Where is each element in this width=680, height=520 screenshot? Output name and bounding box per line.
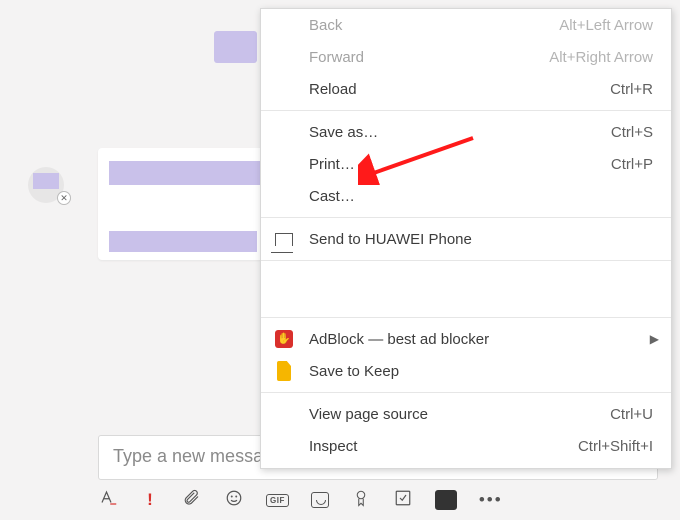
menu-back: Back Alt+Left Arrow xyxy=(261,9,671,41)
menu-separator xyxy=(261,392,671,393)
menu-shortcut: Ctrl+S xyxy=(611,124,653,141)
menu-save-to-keep[interactable]: Save to Keep xyxy=(261,355,671,387)
praise-icon[interactable] xyxy=(351,488,371,513)
menu-label: Forward xyxy=(309,49,364,66)
menu-cast[interactable]: Cast… xyxy=(261,180,671,212)
priority-icon[interactable]: ! xyxy=(140,490,160,510)
menu-gap xyxy=(261,266,671,312)
todoist-icon[interactable] xyxy=(435,490,457,510)
menu-shortcut: Ctrl+P xyxy=(611,156,653,173)
menu-inspect[interactable]: Inspect Ctrl+Shift+I xyxy=(261,430,671,462)
menu-label: Reload xyxy=(309,81,357,98)
menu-separator xyxy=(261,217,671,218)
redacted-line xyxy=(109,161,261,185)
cast-icon xyxy=(273,228,295,250)
menu-shortcut: Ctrl+R xyxy=(610,81,653,98)
menu-send-huawei[interactable]: Send to HUAWEI Phone xyxy=(261,223,671,255)
apps-icon[interactable] xyxy=(393,489,413,512)
menu-reload[interactable]: Reload Ctrl+R xyxy=(261,73,671,105)
menu-label: View page source xyxy=(309,406,428,423)
menu-shortcut: Alt+Left Arrow xyxy=(559,17,653,34)
presence-x-icon: ✕ xyxy=(57,191,71,205)
menu-shortcut: Ctrl+Shift+I xyxy=(578,438,653,455)
compose-placeholder: Type a new message xyxy=(113,446,283,466)
menu-forward: Forward Alt+Right Arrow xyxy=(261,41,671,73)
adblock-icon xyxy=(273,328,295,350)
menu-separator xyxy=(261,260,671,261)
menu-view-source[interactable]: View page source Ctrl+U xyxy=(261,398,671,430)
menu-separator xyxy=(261,110,671,111)
chat-bubble-small xyxy=(214,31,257,63)
menu-label: Back xyxy=(309,17,342,34)
redacted-line xyxy=(109,231,257,252)
app-root: ✕ Type a new message ! GIF ••• Back Alt+… xyxy=(0,0,680,520)
compose-toolbar: ! GIF ••• xyxy=(98,485,499,515)
menu-label: Cast… xyxy=(309,188,355,205)
menu-print[interactable]: Print… Ctrl+P xyxy=(261,148,671,180)
sticker-icon[interactable] xyxy=(311,492,329,508)
menu-label: Save as… xyxy=(309,124,378,141)
format-icon[interactable] xyxy=(98,489,118,512)
gif-icon[interactable]: GIF xyxy=(266,494,289,507)
menu-label: Send to HUAWEI Phone xyxy=(309,231,472,248)
attach-icon[interactable] xyxy=(182,488,202,513)
menu-shortcut: Alt+Right Arrow xyxy=(549,49,653,66)
keep-icon xyxy=(273,360,295,382)
menu-label: Print… xyxy=(309,156,355,173)
menu-label: Save to Keep xyxy=(309,363,399,380)
avatar-fill xyxy=(33,173,59,189)
menu-adblock[interactable]: AdBlock — best ad blocker ▶ xyxy=(261,323,671,355)
menu-shortcut: Ctrl+U xyxy=(610,406,653,423)
submenu-arrow-icon: ▶ xyxy=(650,332,659,346)
menu-label: AdBlock — best ad blocker xyxy=(309,331,489,348)
menu-save-as[interactable]: Save as… Ctrl+S xyxy=(261,116,671,148)
more-icon[interactable]: ••• xyxy=(479,490,499,510)
menu-separator xyxy=(261,317,671,318)
menu-label: Inspect xyxy=(309,438,357,455)
context-menu: Back Alt+Left Arrow Forward Alt+Right Ar… xyxy=(260,8,672,469)
emoji-icon[interactable] xyxy=(224,489,244,512)
